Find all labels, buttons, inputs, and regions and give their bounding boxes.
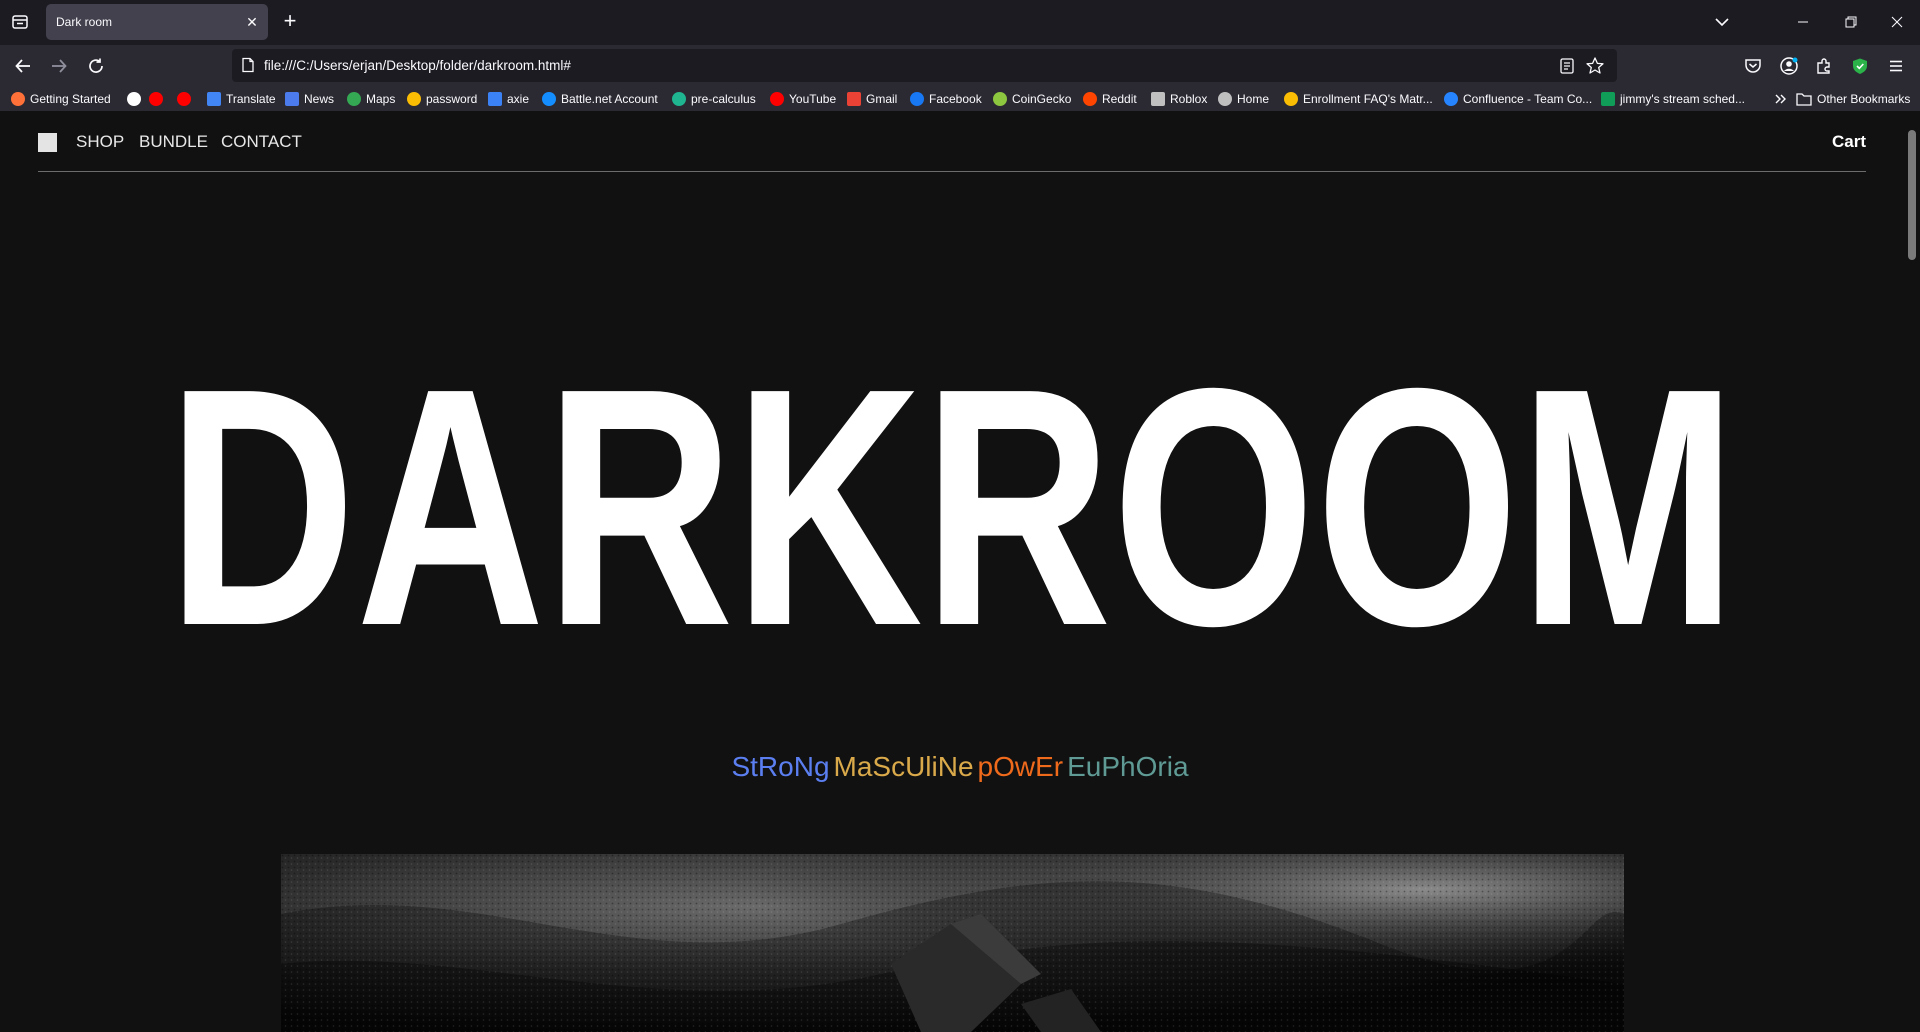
- bookmark-label: Confluence - Team Co...: [1463, 91, 1593, 106]
- navigation-toolbar: file:///C:/Users/erjan/Desktop/folder/da…: [0, 45, 1920, 86]
- tab-strip: Dark room ✕ +: [0, 0, 1920, 45]
- reload-icon[interactable]: [83, 53, 109, 79]
- tagline-word-3: pOwEr: [977, 751, 1064, 782]
- address-bar[interactable]: file:///C:/Users/erjan/Desktop/folder/da…: [232, 49, 1617, 82]
- chevron-down-icon[interactable]: [1712, 12, 1732, 32]
- bookmark-label: Facebook: [929, 91, 982, 106]
- url-text[interactable]: file:///C:/Users/erjan/Desktop/folder/da…: [264, 58, 571, 73]
- minimize-window-icon[interactable]: [1780, 0, 1826, 45]
- bookmark-label: Translate: [226, 91, 276, 106]
- bookmarks-toolbar: Other Bookmarks Getting Started Translate…: [0, 86, 1920, 111]
- bookmark-label: Getting Started: [30, 91, 111, 106]
- bookmark-item[interactable]: Gmail: [847, 90, 897, 107]
- bookmark-item[interactable]: News: [285, 90, 334, 107]
- bookmark-item[interactable]: [177, 90, 196, 107]
- reddit-icon: [1083, 91, 1097, 106]
- bookmark-label: News: [304, 91, 335, 106]
- tagline-word-4: EuPhOria: [1067, 751, 1189, 782]
- bookmark-label: pre-calculus: [691, 91, 756, 106]
- sheets-icon: [1601, 91, 1615, 106]
- bookmark-item[interactable]: Maps: [347, 90, 395, 107]
- hero-title: DARKROOM: [167, 317, 1737, 695]
- news-icon: [285, 91, 299, 106]
- reader-view-icon[interactable]: [1557, 56, 1577, 76]
- bookmark-item[interactable]: Enrollment FAQ's Matr...: [1284, 90, 1433, 107]
- roblox-icon: [1151, 91, 1165, 106]
- bookmark-label: CoinGecko: [1012, 91, 1072, 106]
- hero-title-text: DARKROOM: [167, 317, 1737, 695]
- bookmark-label: YouTube: [789, 91, 837, 106]
- youtube-icon: [149, 91, 163, 106]
- bookmark-item[interactable]: Home: [1218, 90, 1269, 107]
- pocket-icon[interactable]: [1740, 53, 1766, 79]
- bookmark-item[interactable]: CoinGecko: [993, 90, 1071, 107]
- bookmark-item[interactable]: axie: [488, 90, 529, 107]
- bookmark-item[interactable]: Getting Started: [11, 90, 111, 107]
- bookmark-star-icon[interactable]: [1585, 56, 1605, 76]
- bookmark-label: Enrollment FAQ's Matr...: [1303, 91, 1433, 106]
- bookmark-label: axie: [507, 91, 530, 106]
- bookmark-item[interactable]: Reddit: [1083, 90, 1137, 107]
- precalc-icon: [672, 91, 686, 106]
- firefox-icon: [11, 91, 25, 106]
- bookmark-item[interactable]: Confluence - Team Co...: [1444, 90, 1592, 107]
- new-tab-icon[interactable]: +: [280, 10, 300, 34]
- drive-icon: [1284, 91, 1298, 106]
- folder-icon: [1796, 92, 1812, 106]
- battlenet-icon: [542, 91, 556, 106]
- bookmark-item[interactable]: pre-calculus: [672, 90, 756, 107]
- gmail-icon: [847, 91, 861, 106]
- tab-list-icon[interactable]: [10, 12, 30, 32]
- other-bookmarks-label: Other Bookmarks: [1817, 91, 1911, 106]
- translate-icon: [207, 91, 221, 106]
- youtube-icon: [770, 91, 784, 106]
- shield-icon[interactable]: [1847, 53, 1873, 79]
- bookmark-item[interactable]: Facebook: [910, 90, 982, 107]
- youtube-icon: [177, 91, 191, 106]
- back-arrow-icon[interactable]: [10, 53, 36, 79]
- bookmark-item[interactable]: [149, 90, 168, 107]
- active-tab[interactable]: Dark room ✕: [46, 4, 268, 40]
- bookmark-label: Battle.net Account: [561, 91, 658, 106]
- bookmark-item[interactable]: password: [407, 90, 477, 107]
- other-bookmarks-folder[interactable]: Other Bookmarks: [1796, 90, 1910, 107]
- bookmark-item[interactable]: YouTube: [770, 90, 836, 107]
- bookmark-label: Reddit: [1102, 91, 1137, 106]
- bookmark-item[interactable]: jimmy's stream sched...: [1601, 90, 1745, 107]
- bookmark-item[interactable]: Roblox: [1151, 90, 1207, 107]
- facebook-icon: [910, 91, 924, 106]
- tagline: StRoNg MaScUliNe pOwEr EuPhOria: [0, 751, 1920, 783]
- maps-icon: [347, 91, 361, 106]
- home-icon: [1218, 91, 1232, 106]
- tab-title: Dark room: [56, 15, 113, 29]
- bookmark-item[interactable]: Battle.net Account: [542, 90, 658, 107]
- bookmark-label: Maps: [366, 91, 396, 106]
- confluence-icon: [1444, 91, 1458, 106]
- axie-icon: [488, 91, 502, 106]
- bookmarks-overflow-icon[interactable]: [1774, 90, 1788, 107]
- close-window-icon[interactable]: [1874, 0, 1920, 45]
- coingecko-icon: [993, 91, 1007, 106]
- page-icon: [240, 57, 256, 78]
- tagline-word-2: MaScUliNe: [833, 751, 974, 782]
- scrollbar-thumb[interactable]: [1908, 130, 1916, 260]
- bookmark-label: password: [426, 91, 478, 106]
- web-page: SHOP BUNDLE CONTACT Cart DARKROOM StRoNg…: [0, 111, 1920, 1032]
- bookmark-label: jimmy's stream sched...: [1620, 91, 1745, 106]
- bookmark-item[interactable]: [127, 90, 146, 107]
- product-hero-image: [281, 854, 1624, 1032]
- drive-icon: [407, 91, 421, 106]
- bookmark-item[interactable]: Translate: [207, 90, 276, 107]
- hamburger-menu-icon[interactable]: [1883, 53, 1909, 79]
- google-icon: [127, 91, 141, 106]
- bookmark-label: Roblox: [1170, 91, 1208, 106]
- forward-arrow-icon[interactable]: [46, 53, 72, 79]
- tagline-word-1: StRoNg: [731, 751, 830, 782]
- close-tab-icon[interactable]: ✕: [244, 14, 260, 30]
- restore-window-icon[interactable]: [1828, 0, 1874, 45]
- bookmark-label: Gmail: [866, 91, 898, 106]
- bookmark-label: Home: [1237, 91, 1270, 106]
- account-icon[interactable]: [1776, 53, 1802, 79]
- extensions-icon[interactable]: [1811, 53, 1837, 79]
